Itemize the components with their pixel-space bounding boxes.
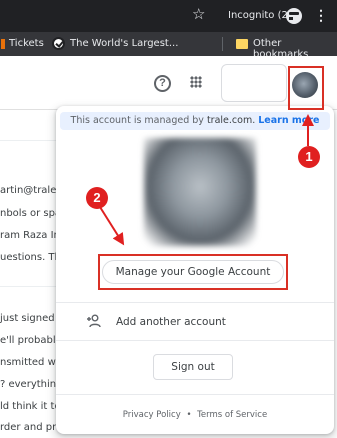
- step-2-badge: 2: [86, 187, 108, 209]
- arrow-to-manage: [99, 206, 125, 246]
- step-1-badge: 1: [298, 146, 320, 168]
- annotation-arrows: [99, 114, 314, 246]
